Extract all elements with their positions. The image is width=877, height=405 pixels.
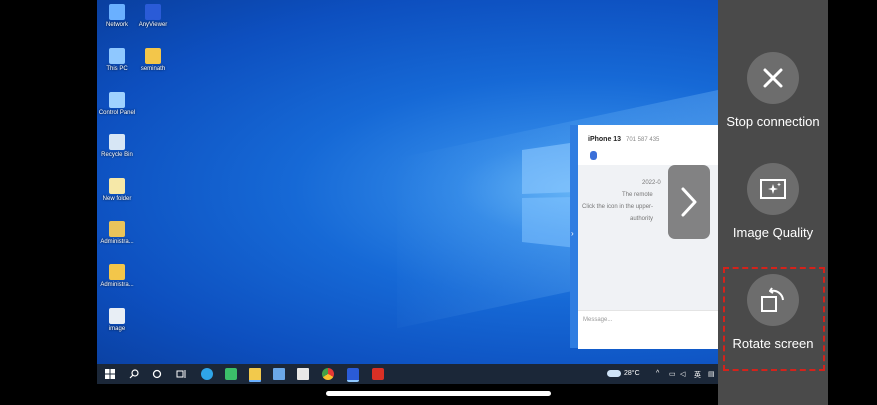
chat-device-name: iPhone 13 xyxy=(588,136,622,143)
image-file-icon xyxy=(109,308,125,324)
desktop-icon-this-pc[interactable]: This PC xyxy=(97,48,137,73)
desktop-icon-administrator-1[interactable]: Administra... xyxy=(97,221,137,246)
user-folder-icon xyxy=(109,221,125,237)
app-icon[interactable] xyxy=(225,368,237,380)
desktop-icon-new-folder[interactable]: New folder xyxy=(97,178,137,203)
desktop-icon-network[interactable]: Network xyxy=(97,4,137,29)
search-icon[interactable] xyxy=(128,368,140,380)
stop-connection-action[interactable]: Stop connection xyxy=(718,52,828,129)
folder-icon xyxy=(109,264,125,280)
weather-icon xyxy=(607,370,621,377)
input-language[interactable]: 英 xyxy=(694,370,701,380)
network-status-icon[interactable]: ▭ xyxy=(669,370,676,378)
chrome-icon[interactable] xyxy=(322,368,334,380)
anyviewer-icon[interactable] xyxy=(347,368,359,382)
chat-header: iPhone 13 701 587 435 xyxy=(570,125,718,165)
image-quality-icon xyxy=(760,179,786,199)
anyviewer-icon xyxy=(145,4,161,20)
home-indicator[interactable] xyxy=(326,391,551,396)
file-icon xyxy=(145,48,161,64)
right-letterbox xyxy=(828,0,877,405)
edge-icon[interactable] xyxy=(201,368,213,380)
task-view-icon[interactable] xyxy=(175,368,187,380)
image-quality-action[interactable]: Image Quality xyxy=(718,163,828,240)
image-quality-button[interactable] xyxy=(747,163,799,215)
chevron-right-icon: › xyxy=(571,229,574,238)
message-placeholder: Message... xyxy=(583,317,613,323)
remote-desktop[interactable]: Network AnyViewer This PC seminath Contr… xyxy=(97,0,718,364)
device-status-icon xyxy=(590,151,597,160)
stop-connection-label: Stop connection xyxy=(726,114,820,129)
image-quality-label: Image Quality xyxy=(732,225,814,240)
chat-collapse-button[interactable]: › xyxy=(570,125,578,348)
weather-temperature: 28°C xyxy=(624,370,640,377)
desktop-icon-anyviewer[interactable]: AnyViewer xyxy=(133,4,173,29)
desktop-icon-administrator-2[interactable]: Administra... xyxy=(97,264,137,289)
file-explorer-icon[interactable] xyxy=(249,368,261,382)
windows-start-icon[interactable] xyxy=(104,368,116,380)
computer-icon xyxy=(109,48,125,64)
close-icon xyxy=(763,68,783,88)
chevron-up-icon[interactable]: ^ xyxy=(656,370,659,377)
volume-icon[interactable]: ◁ xyxy=(680,370,685,378)
network-icon xyxy=(109,4,125,20)
left-letterbox xyxy=(0,0,97,405)
recorder-icon[interactable] xyxy=(372,368,384,380)
windows-taskbar: 28°C ^ ▭ ◁ 英 ▤ xyxy=(97,364,718,384)
folder-icon xyxy=(109,178,125,194)
cortana-icon[interactable] xyxy=(151,368,163,380)
chevron-right-icon xyxy=(681,187,697,217)
message-input[interactable]: Message... xyxy=(578,310,718,349)
notification-icon[interactable]: ▤ xyxy=(708,370,715,378)
control-panel-icon xyxy=(109,92,125,108)
desktop-icon-seminath[interactable]: seminath xyxy=(133,48,173,73)
recycle-bin-icon xyxy=(109,134,125,150)
photos-icon[interactable] xyxy=(273,368,285,380)
desktop-icon-image[interactable]: image xyxy=(97,308,137,333)
chat-device-id: 701 587 435 xyxy=(626,137,660,143)
desktop-icon-recycle-bin[interactable]: Recycle Bin xyxy=(97,134,137,159)
next-page-button[interactable] xyxy=(668,165,710,239)
store-icon[interactable] xyxy=(297,368,309,380)
desktop-icon-control-panel[interactable]: Control Panel xyxy=(97,92,137,117)
stop-connection-button[interactable] xyxy=(747,52,799,104)
rotate-screen-highlight xyxy=(723,267,825,371)
